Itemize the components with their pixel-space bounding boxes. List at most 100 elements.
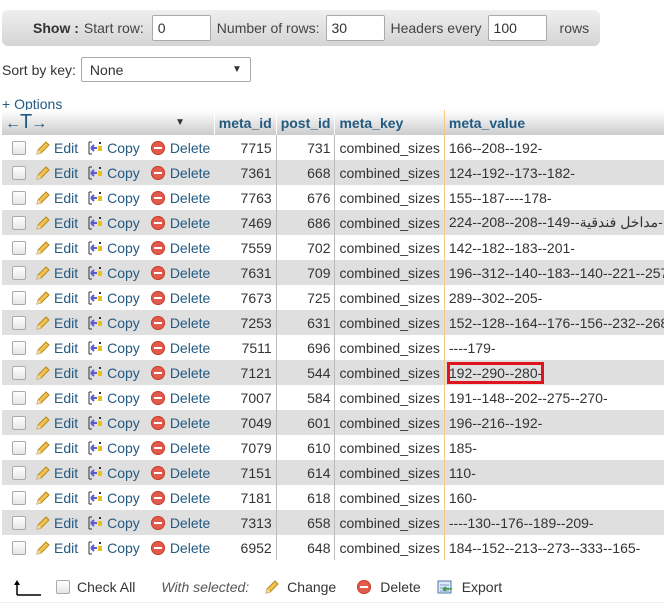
meta-id-cell[interactable]: 7151 [214,460,277,485]
meta-value-cell[interactable]: 155--187----178- [444,185,664,210]
check-all-label[interactable]: Check All [77,579,135,595]
edit-link[interactable]: Edit [35,265,78,281]
meta-value-cell[interactable]: 110- [444,460,664,485]
meta-value-cell[interactable]: 196--216--192- [444,410,664,435]
delete-link[interactable]: Delete [140,190,210,206]
meta-key-cell[interactable]: combined_sizes [334,485,445,510]
post-id-cell[interactable]: 686 [276,210,336,235]
col-meta-key[interactable]: meta_key [334,110,445,135]
meta-id-cell[interactable]: 7715 [214,135,277,160]
meta-id-cell[interactable]: 7313 [214,510,277,535]
check-all-checkbox[interactable] [56,580,70,594]
row-checkbox[interactable] [12,165,26,180]
edit-link[interactable]: Edit [35,315,78,331]
meta-key-cell[interactable]: combined_sizes [334,410,445,435]
meta-key-cell[interactable]: combined_sizes [334,385,445,410]
copy-link[interactable]: Copy [78,290,140,306]
row-checkbox[interactable] [12,315,26,330]
meta-value-cell[interactable]: 142--182--183--201- [444,235,664,260]
meta-key-cell[interactable]: combined_sizes [334,135,445,160]
row-checkbox[interactable] [12,290,26,305]
meta-key-cell[interactable]: combined_sizes [334,435,445,460]
copy-link[interactable]: Copy [78,165,140,181]
copy-link[interactable]: Copy [78,390,140,406]
delete-link[interactable]: Delete [140,415,210,431]
copy-link[interactable]: Copy [78,365,140,381]
export-button[interactable]: Export [437,579,502,595]
row-checkbox[interactable] [12,490,26,505]
meta-id-cell[interactable]: 7763 [214,185,277,210]
headers-every-input[interactable] [487,15,547,41]
meta-key-cell[interactable]: combined_sizes [334,335,445,360]
edit-link[interactable]: Edit [35,340,78,356]
post-id-cell[interactable]: 658 [276,510,336,535]
edit-link[interactable]: Edit [35,215,78,231]
delete-selected-button[interactable]: Delete [336,579,421,595]
meta-value-cell[interactable]: 160- [444,485,664,510]
copy-link[interactable]: Copy [78,215,140,231]
copy-link[interactable]: Copy [78,315,140,331]
edit-link[interactable]: Edit [35,290,78,306]
meta-value-cell[interactable]: 289--302--205- [444,285,664,310]
post-id-cell[interactable]: 676 [276,185,336,210]
meta-key-cell[interactable]: combined_sizes [334,260,445,285]
meta-key-cell[interactable]: combined_sizes [334,310,445,335]
delete-link[interactable]: Delete [140,440,210,456]
delete-link[interactable]: Delete [140,240,210,256]
copy-link[interactable]: Copy [78,415,140,431]
meta-id-cell[interactable]: 7049 [214,410,277,435]
post-id-cell[interactable]: 696 [276,335,336,360]
start-row-input[interactable] [151,15,211,41]
post-id-cell[interactable]: 618 [276,485,336,510]
meta-id-cell[interactable]: 6952 [214,535,277,560]
meta-id-cell[interactable]: 7673 [214,285,277,310]
edit-link[interactable]: Edit [35,190,78,206]
meta-value-cell[interactable]: ----130--176--189--209- [444,510,664,535]
delete-link[interactable]: Delete [140,290,210,306]
row-checkbox[interactable] [12,465,26,480]
change-button[interactable]: Change [264,579,336,595]
meta-key-cell[interactable]: combined_sizes [334,160,445,185]
meta-id-cell[interactable]: 7511 [214,335,277,360]
meta-key-cell[interactable]: combined_sizes [334,510,445,535]
edit-link[interactable]: Edit [35,515,78,531]
post-id-cell[interactable]: 610 [276,435,336,460]
row-checkbox[interactable] [12,415,26,430]
col-post-id[interactable]: post_id [276,110,336,135]
edit-link[interactable]: Edit [35,415,78,431]
sort-select[interactable]: None ▼ [80,57,251,82]
post-id-cell[interactable]: 544 [276,360,336,385]
num-rows-input[interactable] [325,15,385,41]
meta-id-cell[interactable]: 7361 [214,160,277,185]
meta-key-cell[interactable]: combined_sizes [334,360,445,385]
meta-value-cell[interactable]: 224--208--208--149--مداخل فندقية-مداخل ف… [444,210,664,235]
meta-value-cell[interactable]: 191--148--202--275--270- [444,385,664,410]
row-checkbox[interactable] [12,390,26,405]
copy-link[interactable]: Copy [78,240,140,256]
copy-link[interactable]: Copy [78,465,140,481]
meta-id-cell[interactable]: 7253 [214,310,277,335]
post-id-cell[interactable]: 584 [276,385,336,410]
delete-link[interactable]: Delete [140,365,210,381]
post-id-cell[interactable]: 614 [276,460,336,485]
meta-value-cell[interactable]: 185- [444,435,664,460]
meta-key-cell[interactable]: combined_sizes [334,235,445,260]
meta-id-cell[interactable]: 7559 [214,235,277,260]
col-meta-value[interactable]: meta_value [444,110,664,135]
meta-value-cell[interactable]: ----179- [444,335,664,360]
delete-link[interactable]: Delete [140,165,210,181]
meta-value-cell[interactable]: 196--312--140--183--140--221--257--163- [444,260,664,285]
post-id-cell[interactable]: 702 [276,235,336,260]
row-checkbox[interactable] [12,265,26,280]
meta-value-cell[interactable]: 192--290--280- [444,360,664,385]
copy-link[interactable]: Copy [78,540,140,556]
copy-link[interactable]: Copy [78,515,140,531]
edit-link[interactable]: Edit [35,240,78,256]
column-options-icon[interactable]: ▼ [175,117,185,128]
delete-link[interactable]: Delete [140,490,210,506]
col-meta-id[interactable]: meta_id [214,110,277,135]
meta-id-cell[interactable]: 7121 [214,360,277,385]
post-id-cell[interactable]: 601 [276,410,336,435]
delete-link[interactable]: Delete [140,340,210,356]
copy-link[interactable]: Copy [78,190,140,206]
